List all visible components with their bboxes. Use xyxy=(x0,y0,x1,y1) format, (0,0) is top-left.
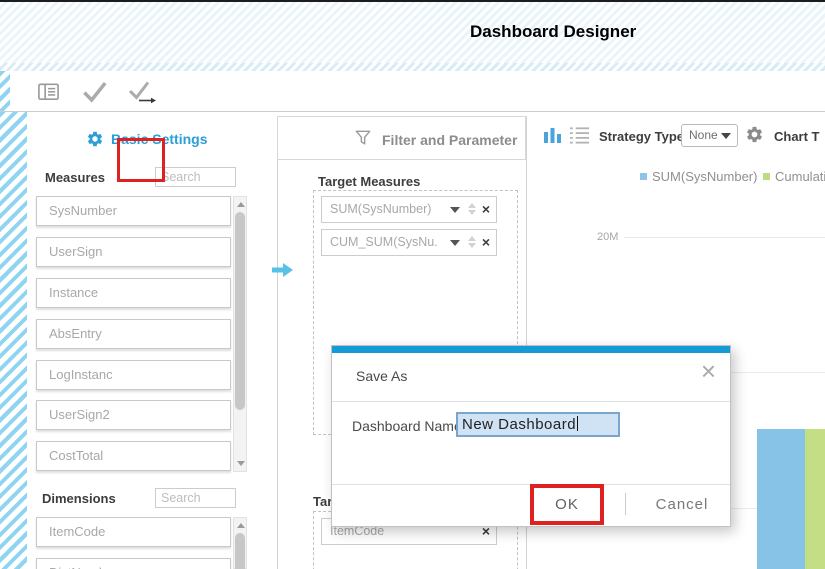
ok-highlight-box xyxy=(530,484,604,525)
filter-funnel-icon xyxy=(353,128,373,148)
sort-icon[interactable] xyxy=(468,236,476,248)
dimension-list-item[interactable]: DistNumber xyxy=(36,558,231,569)
measure-list-item[interactable]: UserSign2 xyxy=(36,400,231,430)
measures-scrollbar[interactable] xyxy=(233,196,247,472)
remove-icon[interactable]: × xyxy=(482,197,490,222)
right-arrow-icon xyxy=(272,262,294,278)
target-measures-label: Target Measures xyxy=(318,174,420,189)
scroll-up-icon[interactable] xyxy=(237,523,245,528)
save-as-dialog: Save As × Dashboard Name New Dashboard O… xyxy=(331,345,731,527)
chevron-down-icon[interactable] xyxy=(450,207,460,213)
page-title: Dashboard Designer xyxy=(470,22,636,42)
chip-label: SUM(SysNumber) xyxy=(330,197,431,222)
filter-panel-title: Filter and Parameter xyxy=(382,132,517,148)
toolbar-highlight-box xyxy=(117,138,165,182)
gridline xyxy=(624,237,825,238)
dialog-title: Save As xyxy=(356,368,407,384)
button-divider xyxy=(625,493,626,515)
scroll-thumb[interactable] xyxy=(235,212,245,410)
check-arrow-icon xyxy=(126,77,157,108)
open-dashboard-button[interactable] xyxy=(37,80,60,106)
measure-list-item[interactable]: LogInstanc xyxy=(36,360,231,390)
folder-form-icon xyxy=(37,80,60,103)
close-icon[interactable]: × xyxy=(701,358,716,384)
chart-bar-blue xyxy=(757,429,805,569)
measure-list-item[interactable]: CostTotal xyxy=(36,441,231,471)
left-edge-stripes xyxy=(0,112,27,569)
measures-label: Measures xyxy=(45,170,105,185)
scroll-down-icon[interactable] xyxy=(237,461,245,466)
save-as-button[interactable] xyxy=(126,77,157,111)
legend-swatch-green xyxy=(763,173,770,180)
chart-type-label: Chart T xyxy=(774,129,820,144)
legend-swatch-blue xyxy=(640,173,647,180)
measure-list-item[interactable]: Instance xyxy=(36,278,231,308)
target-measure-chip[interactable]: CUM_SUM(SysNu... × xyxy=(321,229,497,256)
sort-icon[interactable] xyxy=(468,203,476,215)
dashboard-name-label: Dashboard Name xyxy=(352,418,462,434)
measure-list-item[interactable]: UserSign xyxy=(36,237,231,267)
dimensions-label: Dimensions xyxy=(42,491,116,506)
legend-label: Cumulative xyxy=(775,169,825,184)
dialog-accent-bar xyxy=(332,346,730,353)
strategy-type-select[interactable]: None xyxy=(681,124,738,147)
chart-settings-gear-icon[interactable] xyxy=(745,125,764,144)
dimensions-scrollbar[interactable] xyxy=(233,517,247,569)
strategy-type-value: None xyxy=(689,128,718,142)
chart-bar-green xyxy=(805,429,825,569)
app-header: Dashboard Designer xyxy=(0,2,825,63)
basic-settings-gear-icon[interactable] xyxy=(86,130,104,148)
scroll-up-icon[interactable] xyxy=(237,202,245,207)
toolbar xyxy=(0,71,825,112)
dialog-divider xyxy=(332,401,730,402)
chevron-down-icon[interactable] xyxy=(450,240,460,246)
check-icon xyxy=(81,78,108,105)
toolbar-left-stripes xyxy=(0,71,10,111)
dimension-list-item[interactable]: ItemCode xyxy=(36,517,231,547)
measures-search-input[interactable] xyxy=(155,167,236,187)
scroll-thumb[interactable] xyxy=(235,533,245,569)
measure-list-item[interactable]: SysNumber xyxy=(36,196,231,226)
apply-button[interactable] xyxy=(81,78,108,108)
chip-label: CUM_SUM(SysNu... xyxy=(330,230,438,255)
dashboard-name-value: New Dashboard xyxy=(462,416,576,433)
panel-divider-1 xyxy=(277,116,278,569)
header-separator xyxy=(0,63,825,71)
list-view-icon[interactable] xyxy=(569,125,590,145)
y-axis-tick: 20M xyxy=(597,231,618,243)
strategy-type-label: Strategy Type xyxy=(599,129,684,144)
legend-label: SUM(SysNumber) xyxy=(652,169,757,184)
target-measure-chip[interactable]: SUM(SysNumber) × xyxy=(321,196,497,223)
filter-panel-header: Filter and Parameter xyxy=(277,116,526,160)
chevron-down-icon xyxy=(721,133,731,139)
dashboard-designer-screen: Dashboard Designer xyxy=(0,0,825,569)
bar-chart-icon[interactable] xyxy=(543,125,563,145)
measure-list-item[interactable]: AbsEntry xyxy=(36,319,231,349)
dashboard-name-input[interactable]: New Dashboard xyxy=(456,412,620,437)
cancel-button[interactable]: Cancel xyxy=(642,485,722,524)
remove-icon[interactable]: × xyxy=(482,230,490,255)
dimensions-search-input[interactable] xyxy=(155,488,236,508)
text-caret xyxy=(577,416,578,431)
